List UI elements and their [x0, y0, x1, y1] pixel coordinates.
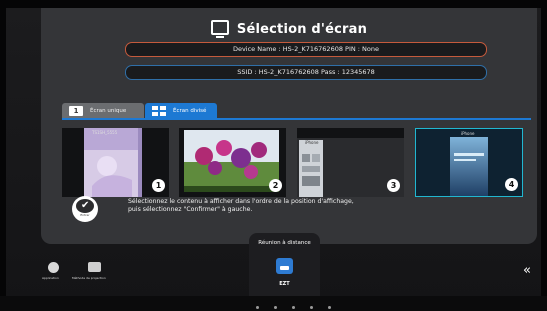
single-screen-icon: 1: [69, 106, 83, 116]
slot-3-number: 3: [387, 179, 400, 192]
remote-meeting-title: Réunion à distance: [258, 240, 311, 246]
screen-slot-4[interactable]: iPhone 4: [415, 128, 523, 197]
screen-slot-2[interactable]: 2: [179, 128, 286, 197]
tab-split-screen-label: Écran divisé: [173, 108, 207, 114]
slot-3-caption: iPhone: [305, 140, 319, 145]
page-dot: [292, 306, 295, 309]
collapse-dock-button[interactable]: «: [523, 264, 531, 277]
screen-slot-1[interactable]: TS1SH_5555 1: [62, 128, 169, 197]
instruction-text: Sélectionnez le contenu à afficher dans …: [128, 198, 354, 214]
ssid-field: SSID : HS-2_K716762608 Pass : 12345678: [125, 65, 487, 80]
instruction-line-1: Sélectionnez le contenu à afficher dans …: [128, 198, 354, 205]
slot-4-number: 4: [505, 178, 518, 191]
page-dot: [310, 306, 313, 309]
confirm-label: Entrer: [80, 213, 90, 217]
page-dot: [274, 306, 277, 309]
tab-single-screen-label: Écran unique: [90, 108, 127, 114]
screen-slots: TS1SH_5555 1 2 iPhone 3 iPhone 4: [62, 128, 524, 199]
tab-split-screen[interactable]: Écran divisé: [145, 103, 217, 119]
slot-4-caption: iPhone: [461, 131, 475, 136]
screen-slot-3[interactable]: iPhone 3: [297, 128, 404, 197]
device-name-field: Device Name : HS-2_K716762608 PIN : None: [125, 42, 487, 57]
page-dot: [256, 306, 259, 309]
check-icon: ✔: [81, 200, 90, 211]
ezt-app-label: EZT: [279, 281, 290, 287]
bezel-left: [0, 0, 6, 311]
globe-icon: [48, 262, 59, 273]
tab-single-screen[interactable]: 1 Écran unique: [62, 103, 144, 119]
page-dot: [328, 306, 331, 309]
slot-1-number: 1: [152, 179, 165, 192]
confirm-button-inner: ✔: [76, 199, 94, 213]
bezel-right: [541, 0, 547, 311]
screen: Sélection d'écran Device Name : HS-2_K71…: [0, 0, 547, 311]
slot-2-number: 2: [269, 179, 282, 192]
dialog-title-text: Sélection d'écran: [236, 22, 368, 37]
ezt-app-icon[interactable]: [276, 258, 293, 274]
confirm-button[interactable]: ✔ Entrer: [72, 196, 98, 222]
bezel-top: [0, 0, 547, 8]
instruction-line-2: puis sélectionnez "Confirmer" à gauche.: [128, 206, 253, 213]
dock-application-label: Application: [42, 276, 59, 280]
page-indicator: [256, 306, 336, 310]
dialog-title: Sélection d'écran: [41, 20, 537, 38]
remote-meeting-panel[interactable]: Réunion à distance EZT: [249, 233, 320, 296]
monitor-icon: [210, 20, 229, 38]
slot-1-caption: TS1SH_5555: [92, 130, 118, 135]
cast-icon: [88, 262, 101, 272]
dock-projection-label: Méthode de projection: [72, 276, 106, 280]
tab-underline: [62, 118, 531, 120]
split-screen-icon: [152, 106, 166, 116]
